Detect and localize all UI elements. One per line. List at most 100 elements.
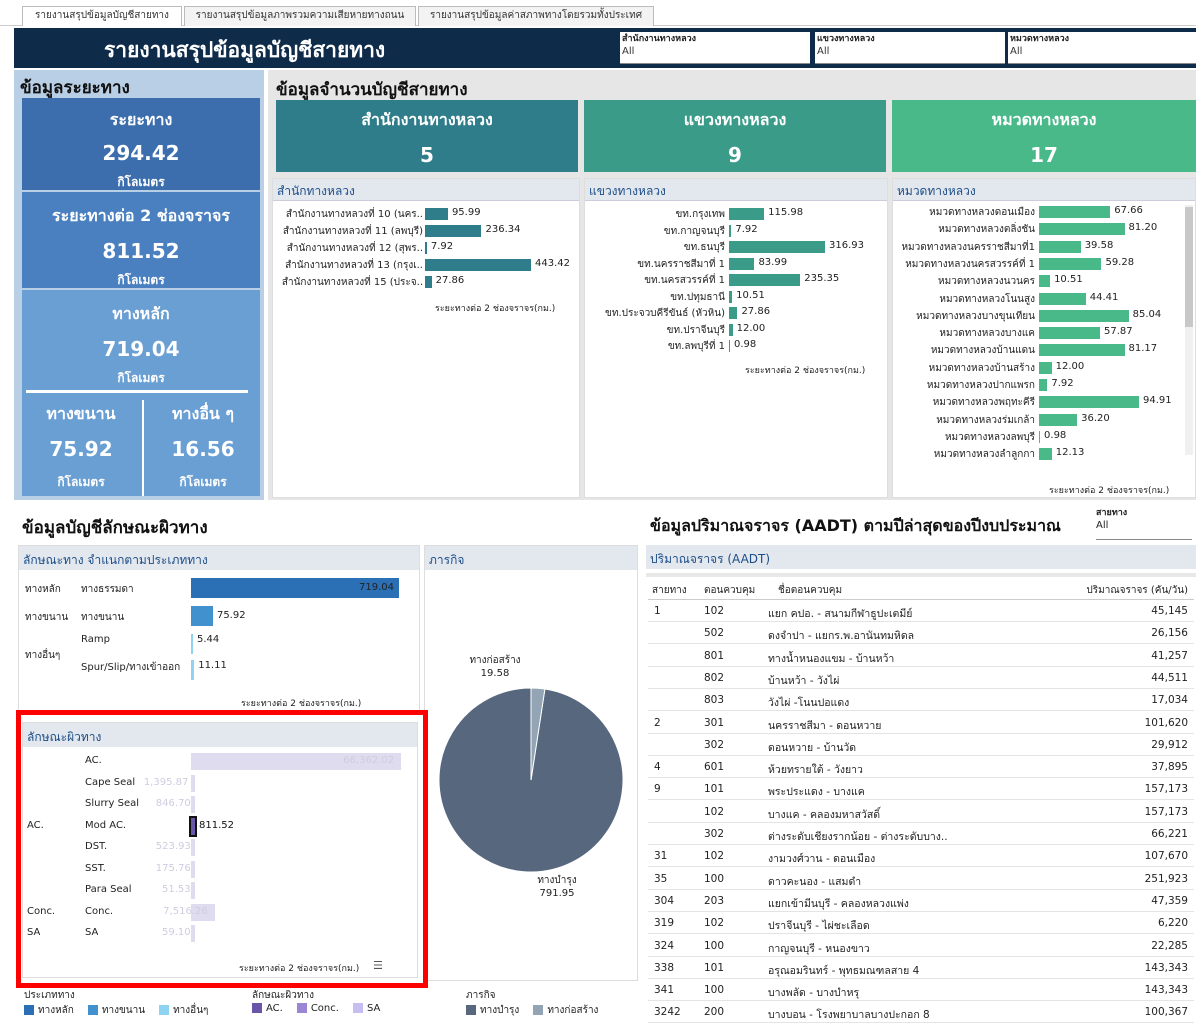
table-row[interactable]: 1 102 แยก คปอ. - สนามกีฬาธูปะเตมีย์ 45,145	[648, 600, 1194, 622]
type-bar-row[interactable]: Spur/Slip/ทางเข้าออก 11.11	[19, 660, 419, 682]
bar-row[interactable]: หมวดทางหลวงดอนเมือง 67.66	[893, 205, 1195, 219]
bar-row[interactable]: หมวดทางหลวงบางขุนเทียน 85.04	[893, 309, 1195, 323]
table-row[interactable]: 803 วังไผ่ -โนนปอแดง 17,034	[648, 689, 1194, 712]
bar-mark[interactable]	[1039, 396, 1139, 409]
bar-row[interactable]: สำนักงานทางหลวงที่ 15 (ประจ.. 27.86	[273, 275, 579, 289]
bar-row[interactable]: ขท.ปราจีนบุรี 12.00	[585, 323, 887, 337]
table-row[interactable]: 4 601 ห้วยทรายใต้ - วังยาว 37,895	[648, 756, 1194, 779]
col-aadt[interactable]: ปริมาณจราจร (คัน/วัน)	[1086, 583, 1188, 598]
type-bar-row[interactable]: ทางหลัก ทางธรรมดา 719.04	[19, 578, 419, 600]
table-row[interactable]: 319 102 ปราจีนบุรี - ไผ่ชะเลือด 6,220	[648, 912, 1194, 935]
col-name[interactable]: ชื่อตอนควบคุม	[778, 583, 842, 598]
legend-item[interactable]: Conc.	[296, 1003, 339, 1014]
bar-mark[interactable]	[425, 276, 432, 288]
table-row[interactable]: 502 ดงจำปา - แยกร.พ.อานันทมหิดล 26,156	[648, 622, 1194, 645]
aadt-filter[interactable]: สายทาง All	[1096, 508, 1192, 540]
table-row[interactable]: 2 301 นครราชสีมา - ดอนหวาย 101,620	[648, 712, 1194, 734]
bar-mark[interactable]	[729, 208, 765, 220]
bar-mark[interactable]	[1039, 257, 1102, 270]
bar-row[interactable]: ขท.ลพบุรีที่ 1 0.98	[585, 339, 887, 353]
type-bar-row[interactable]: ทางอื่นๆ Ramp 5.44	[19, 634, 419, 661]
bar-mark[interactable]	[425, 242, 427, 254]
table-row[interactable]: 801 ทางน้ำหนองแขม - บ้านหว้า 41,257	[648, 645, 1194, 667]
legend-item[interactable]: ทางก่อสร้าง	[533, 1005, 598, 1016]
table-row[interactable]: 802 บ้านหว้า - วังไผ่ 44,511	[648, 667, 1194, 689]
table-row[interactable]: 341 100 บางพลัด - บางบำหรุ 143,343	[648, 979, 1194, 1002]
type-bar-mark[interactable]	[191, 634, 193, 654]
bar-mark[interactable]	[729, 323, 733, 336]
legend-item[interactable]: AC.	[252, 1003, 283, 1014]
bar-mark[interactable]	[1039, 327, 1100, 340]
bar-row[interactable]: ขท.กาญจนบุรี 7.92	[585, 224, 887, 238]
bar-row[interactable]: หมวดทางหลวงปากแพรก 7.92	[893, 378, 1195, 392]
filter-section[interactable]: หมวดทางหลวง All	[1008, 32, 1196, 64]
table-row[interactable]: 302 ดอนหวาย - บ้านวัด 29,912	[648, 734, 1194, 756]
bar-mark[interactable]	[425, 259, 531, 271]
bar-mark[interactable]	[729, 290, 733, 303]
legend-item[interactable]: ทางอื่นๆ	[159, 1005, 208, 1016]
col-control[interactable]: ตอนควบคุม	[704, 583, 755, 598]
bar-mark[interactable]	[729, 241, 825, 253]
bar-mark[interactable]	[1039, 344, 1125, 357]
bar-row[interactable]: ขท.กรุงเทพ 115.98	[585, 207, 887, 221]
legend-item[interactable]: ทางหลัก	[24, 1005, 74, 1016]
section-scroll-thumb[interactable]	[1185, 207, 1193, 327]
bar-row[interactable]: หมวดทางหลวงบ้านแดน 81.17	[893, 343, 1195, 357]
bar-row[interactable]: ขท.นครราชสีมาที่ 1 83.99	[585, 257, 887, 271]
bar-row[interactable]: สำนักงานทางหลวงที่ 12 (สุพร.. 7.92	[273, 241, 579, 255]
section-scrollbar[interactable]	[1185, 205, 1193, 455]
bar-row[interactable]: หมวดทางหลวงลำลูกกา 12.13	[893, 447, 1195, 461]
bar-mark[interactable]	[1039, 223, 1125, 236]
filter-district[interactable]: แขวงทางหลวง All	[815, 32, 1005, 64]
bar-mark[interactable]	[1039, 206, 1111, 218]
tab-condition-summary[interactable]: รายงานสรุปข้อมูลค่าสภาพทางโดยรวมทั้งประเ…	[418, 6, 654, 26]
bar-mark[interactable]	[729, 340, 730, 352]
filter-office[interactable]: สำนักงานทางหลวง All	[620, 32, 810, 64]
filter-office-value[interactable]: All	[620, 45, 810, 58]
bar-row[interactable]: ขท.ธนบุรี 316.93	[585, 240, 887, 254]
bar-mark[interactable]	[1039, 361, 1052, 374]
bar-mark[interactable]	[425, 225, 482, 237]
aadt-filter-value[interactable]: All	[1096, 519, 1192, 532]
bar-mark[interactable]	[1039, 413, 1078, 426]
col-route[interactable]: สายทาง	[652, 583, 687, 598]
bar-row[interactable]: ขท.ประจวบคีรีขันธ์ (หัวหิน) 27.86	[585, 306, 887, 320]
bar-row[interactable]: ขท.ปทุมธานี 10.51	[585, 290, 887, 304]
bar-row[interactable]: หมวดทางหลวงบางแค 57.87	[893, 326, 1195, 340]
table-row[interactable]: 3242 200 บางบอน - โรงพยาบาลบางปะกอก 8 100,3…	[648, 1001, 1194, 1023]
bar-mark[interactable]	[1039, 309, 1129, 322]
type-bar-mark[interactable]	[191, 606, 213, 626]
bar-row[interactable]: หมวดทางหลวงลพบุรี 0.98	[893, 430, 1195, 444]
bar-row[interactable]: สำนักงานทางหลวงที่ 13 (กรุงเ.. 443.42	[273, 258, 579, 272]
filter-section-value[interactable]: All	[1008, 45, 1196, 58]
bar-mark[interactable]	[1039, 379, 1048, 391]
type-bar-mark[interactable]	[191, 660, 195, 680]
bar-mark[interactable]	[1039, 240, 1081, 253]
bar-row[interactable]: หมวดทางหลวงตลิ่งชัน 81.20	[893, 222, 1195, 236]
bar-mark[interactable]	[729, 257, 755, 270]
tab-route-summary[interactable]: รายงานสรุปข้อมูลบัญชีสายทาง	[22, 6, 182, 26]
table-row[interactable]: 102 บางแค - คลองมหาสวัสดิ์ 157,173	[648, 801, 1194, 823]
legend-item[interactable]: ทางบำรุง	[466, 1005, 519, 1016]
bar-row[interactable]: หมวดทางหลวงนครสวรรค์ที่ 1 59.28	[893, 257, 1195, 271]
bar-mark[interactable]	[729, 274, 801, 286]
bar-mark[interactable]	[1039, 430, 1041, 443]
bar-row[interactable]: สำนักงานทางหลวงที่ 11 (ลพบุรี) 236.34	[273, 224, 579, 238]
legend-item[interactable]: SA	[352, 1003, 380, 1014]
table-row[interactable]: 302 ต่างระดับเชียงรากน้อย - ต่างระดับบาง.…	[648, 823, 1194, 845]
bar-mark[interactable]	[729, 224, 732, 237]
bar-row[interactable]: หมวดทางหลวงโนนสูง 44.41	[893, 292, 1195, 306]
bar-row[interactable]: หมวดทางหลวงนวนคร 10.51	[893, 274, 1195, 288]
bar-row[interactable]: หมวดทางหลวงพฤทะคีรี 94.91	[893, 395, 1195, 409]
table-row[interactable]: 9 101 พระประแดง - บางแค 157,173	[648, 778, 1194, 801]
bar-mark[interactable]	[1039, 275, 1051, 288]
tab-damage-summary[interactable]: รายงานสรุปข้อมูลภาพรวมความเสียหายทางถนน	[184, 6, 416, 26]
bar-mark[interactable]	[729, 307, 738, 319]
table-row[interactable]: 324 100 กาญจนบุรี - หนองขาว 22,285	[648, 935, 1194, 957]
bar-row[interactable]: หมวดทางหลวงร่มเกล้า 36.20	[893, 413, 1195, 427]
table-row[interactable]: 31 102 งามวงศ์วาน - ดอนเมือง 107,670	[648, 845, 1194, 868]
legend-item[interactable]: ทางขนาน	[87, 1005, 145, 1016]
bar-row[interactable]: หมวดทางหลวงแสนดำ 92.82	[893, 465, 1195, 466]
bar-row[interactable]: สำนักงานทางหลวงที่ 10 (นคร.. 95.99	[273, 207, 579, 221]
bar-mark[interactable]	[1039, 448, 1052, 461]
